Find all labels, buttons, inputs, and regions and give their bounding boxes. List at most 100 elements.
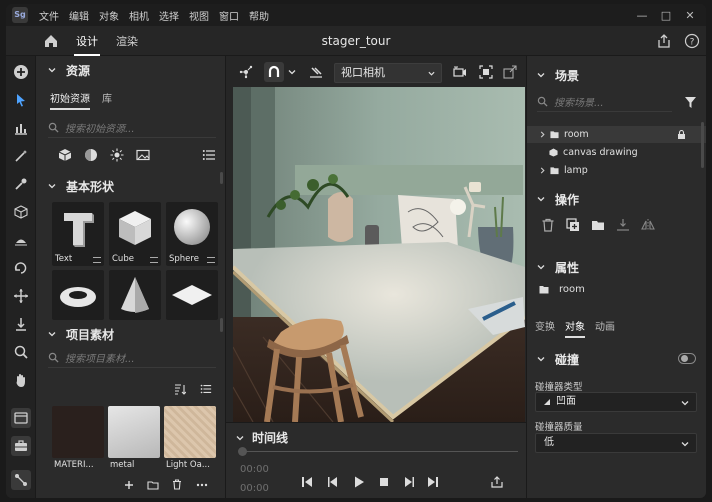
asset-search-input[interactable]: 搜索初始资源... <box>48 118 216 138</box>
play-icon[interactable] <box>352 475 366 489</box>
trash-icon[interactable] <box>172 479 182 490</box>
menu-view[interactable]: 视图 <box>184 8 214 23</box>
menu-file[interactable]: 文件 <box>34 8 64 23</box>
scrollbar[interactable] <box>701 122 704 168</box>
timeline-header[interactable]: 时间线 <box>236 429 288 446</box>
export-view-icon[interactable] <box>502 64 518 80</box>
briefcase-icon[interactable] <box>11 436 31 456</box>
help-icon[interactable]: ? <box>684 33 700 49</box>
list-icon[interactable] <box>202 148 216 162</box>
skip-end-icon[interactable] <box>426 475 440 489</box>
drop-icon[interactable] <box>11 314 31 334</box>
shape-tile-cube[interactable]: Cube <box>109 202 161 266</box>
menu-help[interactable]: 帮助 <box>244 8 274 23</box>
shapes-section-header[interactable]: 基本形状 <box>36 176 226 196</box>
tab-initial-assets[interactable]: 初始资源 <box>50 90 90 110</box>
collider-quality-select[interactable]: 低 <box>535 433 697 453</box>
collision-toggle[interactable] <box>678 353 696 364</box>
assets-section-header[interactable]: 资源 <box>36 60 226 80</box>
tab-render[interactable]: 渲染 <box>116 33 138 49</box>
properties-section-header[interactable]: 属性 <box>527 256 706 278</box>
move-icon[interactable] <box>11 286 31 306</box>
stop-icon[interactable] <box>377 475 391 489</box>
scrollbar[interactable] <box>220 318 223 332</box>
chevron-down-icon[interactable] <box>288 68 296 76</box>
tab-animation[interactable]: 动画 <box>595 318 615 333</box>
drop-to-floor-icon[interactable] <box>616 218 630 232</box>
add-icon[interactable] <box>124 480 134 490</box>
gizmo-icon[interactable] <box>238 64 254 80</box>
tree-item-room[interactable]: room <box>527 126 706 143</box>
share-icon[interactable] <box>656 33 672 49</box>
operations-section-header[interactable]: 操作 <box>527 188 706 210</box>
menu-camera[interactable]: 相机 <box>124 8 154 23</box>
trash-icon[interactable] <box>541 218 555 232</box>
menu-object[interactable]: 对象 <box>94 8 124 23</box>
orbit-icon[interactable] <box>11 258 31 278</box>
menu-select[interactable]: 选择 <box>154 8 184 23</box>
shape-tile-plane[interactable] <box>166 270 218 320</box>
tab-transform[interactable]: 变换 <box>535 318 555 333</box>
cube-filled-icon[interactable] <box>58 148 72 162</box>
collider-type-select[interactable]: 凹面 <box>535 392 697 412</box>
sort-icon[interactable] <box>174 383 186 395</box>
tree-item-lamp[interactable]: lamp <box>527 162 706 179</box>
menu-edit[interactable]: 编辑 <box>64 8 94 23</box>
panel-toggle-icon[interactable] <box>11 408 31 428</box>
group-folder-icon[interactable] <box>591 218 605 232</box>
step-forward-icon[interactable] <box>402 475 416 489</box>
duplicate-icon[interactable] <box>566 218 580 232</box>
export-icon[interactable] <box>490 475 504 489</box>
maximize-icon[interactable]: □ <box>654 9 678 22</box>
minimize-icon[interactable]: — <box>630 9 654 22</box>
scene-section-header[interactable]: 场景 <box>527 64 706 86</box>
filter-icon[interactable] <box>684 96 697 109</box>
shape-tile-sphere[interactable]: Sphere <box>166 202 218 266</box>
drop-to-floor-icon[interactable] <box>308 64 324 80</box>
add-icon[interactable] <box>11 62 31 82</box>
folder-icon[interactable] <box>147 480 159 490</box>
material-search-input[interactable]: 搜索项目素材... <box>48 348 216 368</box>
project-materials-section-header[interactable]: 项目素材 <box>36 324 226 344</box>
magnet-button[interactable] <box>264 62 284 82</box>
zoom-icon[interactable] <box>11 342 31 362</box>
material-tile[interactable]: Light Oa... <box>164 406 216 472</box>
camera-icon[interactable] <box>452 64 468 80</box>
tree-item-canvas-drawing[interactable]: canvas drawing <box>527 144 706 161</box>
shape-tile-cone[interactable] <box>109 270 161 320</box>
tab-design[interactable]: 设计 <box>74 33 100 56</box>
image-icon[interactable] <box>136 148 150 162</box>
shape-tile-torus[interactable] <box>52 270 104 320</box>
home-icon[interactable] <box>42 32 60 50</box>
scene-search-input[interactable]: 搜索场景... <box>537 92 672 112</box>
more-icon[interactable] <box>196 483 208 487</box>
list-icon[interactable] <box>200 383 212 395</box>
hand-icon[interactable] <box>11 370 31 390</box>
material-tile[interactable]: metal <box>108 406 160 472</box>
timeline-track[interactable] <box>240 451 518 455</box>
camera-select[interactable]: 视口相机 <box>334 63 442 83</box>
mirror-icon[interactable] <box>641 218 655 232</box>
scrollbar[interactable] <box>220 172 223 184</box>
step-back-icon[interactable] <box>326 475 340 489</box>
close-icon[interactable]: ✕ <box>678 9 702 22</box>
chart-icon[interactable] <box>11 118 31 138</box>
menu-window[interactable]: 窗口 <box>214 8 244 23</box>
3d-viewport[interactable] <box>233 87 525 422</box>
lock-icon[interactable] <box>677 130 686 139</box>
tab-library[interactable]: 库 <box>102 90 112 105</box>
material-tile[interactable]: MATERI... <box>52 406 104 472</box>
select-arrow-icon[interactable] <box>11 90 31 110</box>
timeline-playhead[interactable] <box>238 447 247 456</box>
chevron-right-icon[interactable] <box>539 131 546 138</box>
magic-wand-icon[interactable] <box>11 146 31 166</box>
sphere-icon[interactable] <box>84 148 98 162</box>
chevron-right-icon[interactable] <box>539 167 546 174</box>
skip-start-icon[interactable] <box>300 475 314 489</box>
shape-tile-text[interactable]: Text <box>52 202 104 266</box>
connect-icon[interactable] <box>11 470 31 490</box>
cube-icon[interactable] <box>11 202 31 222</box>
eyedropper-icon[interactable] <box>11 174 31 194</box>
light-icon[interactable] <box>11 230 31 250</box>
frame-icon[interactable] <box>478 64 494 80</box>
